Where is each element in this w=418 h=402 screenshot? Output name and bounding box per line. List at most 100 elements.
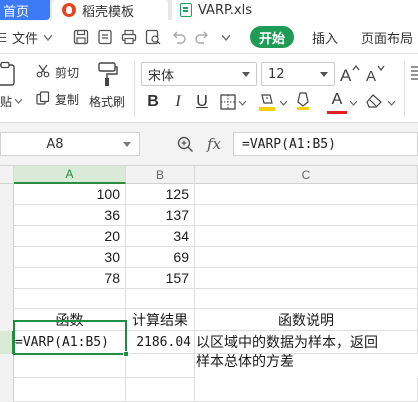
cell-c8-text: 以区域中的数据为样本，返回 样本总体的方差: [196, 316, 418, 372]
chevron-down-icon: [320, 72, 328, 77]
cell-b1[interactable]: 125: [126, 184, 195, 205]
chevron-down-icon: [123, 142, 131, 147]
print-icon[interactable]: [121, 29, 137, 45]
format-painter-icon[interactable]: [97, 61, 119, 87]
row-header-strip[interactable]: [0, 184, 14, 402]
tab-page-layout[interactable]: 页面布局: [361, 28, 413, 47]
paste-icon[interactable]: [0, 61, 18, 87]
fill-color-icon[interactable]: [258, 92, 276, 112]
spreadsheet-grid: A B C 100 125 36 137 20 34 30 69 78 157 …: [0, 166, 418, 402]
bold-button[interactable]: B: [142, 91, 164, 113]
cell-b10[interactable]: [126, 378, 195, 402]
align-icon[interactable]: [410, 65, 418, 81]
clear-dropdown-icon[interactable]: [388, 101, 395, 106]
cell-a2[interactable]: 36: [14, 205, 126, 226]
cell-a10[interactable]: [14, 378, 126, 402]
column-header-b[interactable]: B: [126, 166, 195, 184]
font-size-value: 12: [268, 66, 285, 82]
cell-b4[interactable]: 69: [126, 247, 195, 268]
active-cell-selection[interactable]: [13, 320, 129, 357]
font-size-select[interactable]: 12: [261, 62, 335, 86]
cell-c3[interactable]: [195, 226, 418, 247]
print-preview-icon[interactable]: [145, 29, 161, 45]
chevron-down-icon[interactable]: [44, 35, 52, 41]
column-header-a[interactable]: A: [14, 166, 126, 184]
scissors-icon[interactable]: [36, 64, 50, 78]
tab-document[interactable]: VARP.xls: [172, 0, 418, 20]
cell-b9[interactable]: [126, 354, 195, 378]
quick-access-dropdown-icon[interactable]: [222, 35, 230, 41]
increase-font-size-icon[interactable]: A: [340, 65, 360, 83]
tab-insert[interactable]: 插入: [312, 28, 338, 47]
undo-icon[interactable]: [171, 29, 187, 45]
cell-b6[interactable]: [126, 289, 195, 309]
zoom-search-icon[interactable]: [177, 136, 194, 153]
cell-c6[interactable]: [195, 289, 418, 309]
font-color-swatch: [327, 111, 347, 114]
fill-color-dropdown-icon[interactable]: [280, 101, 287, 106]
cell-c2[interactable]: [195, 205, 418, 226]
font-name-value: 宋体: [148, 68, 175, 84]
underline-button[interactable]: U: [191, 91, 213, 113]
font-color-button[interactable]: A: [326, 89, 348, 111]
cell-a4[interactable]: 30: [14, 247, 126, 268]
ribbon-divider: [134, 61, 135, 117]
menu-file[interactable]: 文件: [12, 28, 38, 47]
tab-strip: 首页 稻壳模板 VARP.xls: [0, 0, 418, 20]
svg-text:A: A: [340, 66, 352, 83]
tab-home[interactable]: 首页: [0, 0, 50, 20]
eraser-icon[interactable]: [366, 93, 384, 109]
menu-bar: 文件 开始 插入 页面布局: [0, 20, 418, 54]
name-box[interactable]: A8: [0, 132, 140, 156]
fill-handle[interactable]: [123, 351, 129, 357]
font-color-dropdown-icon[interactable]: [350, 101, 357, 106]
cell-a5[interactable]: 78: [14, 268, 126, 289]
tab-template[interactable]: 稻壳模板: [52, 0, 168, 20]
copy-icon[interactable]: [36, 91, 50, 105]
description-line-2: 样本总体的方差: [196, 354, 294, 370]
cell-b8[interactable]: 2186.04: [126, 331, 195, 354]
menu-icon[interactable]: [0, 33, 6, 42]
row-header-selected[interactable]: [0, 331, 14, 354]
save-icon[interactable]: [73, 29, 89, 45]
formula-input[interactable]: =VARP(A1:B5): [233, 132, 418, 156]
name-box-value: A8: [46, 136, 64, 152]
font-name-select[interactable]: 宋体: [141, 62, 257, 86]
tab-start[interactable]: 开始: [250, 26, 294, 48]
highlight-icon[interactable]: [296, 92, 310, 110]
cell-a3[interactable]: 20: [14, 226, 126, 247]
cell-c4[interactable]: [195, 247, 418, 268]
cell-c1[interactable]: [195, 184, 418, 205]
export-pdf-icon[interactable]: [97, 29, 113, 45]
paste-label[interactable]: 贴: [0, 93, 12, 110]
format-painter-button[interactable]: 格式刷: [89, 93, 125, 110]
cell-a1[interactable]: 100: [14, 184, 126, 205]
cell-b3[interactable]: 34: [126, 226, 195, 247]
description-line-1: 以区域中的数据为样本，返回: [196, 335, 378, 351]
paste-dropdown-icon[interactable]: [15, 99, 22, 104]
cell-c5[interactable]: [195, 268, 418, 289]
decrease-font-size-icon[interactable]: A: [366, 65, 386, 83]
cell-a9[interactable]: [14, 354, 126, 378]
border-dropdown-icon[interactable]: [239, 101, 246, 106]
insert-function-button[interactable]: fx: [207, 135, 221, 153]
cut-button[interactable]: 剪切: [55, 64, 79, 81]
cell-b2[interactable]: 137: [126, 205, 195, 226]
select-all-corner[interactable]: [0, 166, 14, 184]
copy-button[interactable]: 复制: [55, 91, 79, 108]
chevron-down-icon: [242, 72, 250, 77]
cell-a6[interactable]: [14, 289, 126, 309]
spreadsheet-file-icon: [180, 3, 192, 17]
tab-document-label: VARP.xls: [198, 2, 253, 18]
border-icon[interactable]: [220, 94, 236, 110]
tab-template-label: 稻壳模板: [82, 4, 135, 20]
ribbon-divider: [404, 61, 405, 117]
tab-home-label: 首页: [3, 4, 30, 20]
cell-b5[interactable]: 157: [126, 268, 195, 289]
docer-logo-icon: [62, 3, 76, 17]
column-header-c[interactable]: C: [195, 166, 418, 184]
italic-button[interactable]: I: [167, 91, 189, 113]
cell-c10[interactable]: [195, 378, 418, 402]
redo-icon[interactable]: [194, 29, 210, 45]
cell-b7[interactable]: 计算结果: [126, 309, 195, 331]
